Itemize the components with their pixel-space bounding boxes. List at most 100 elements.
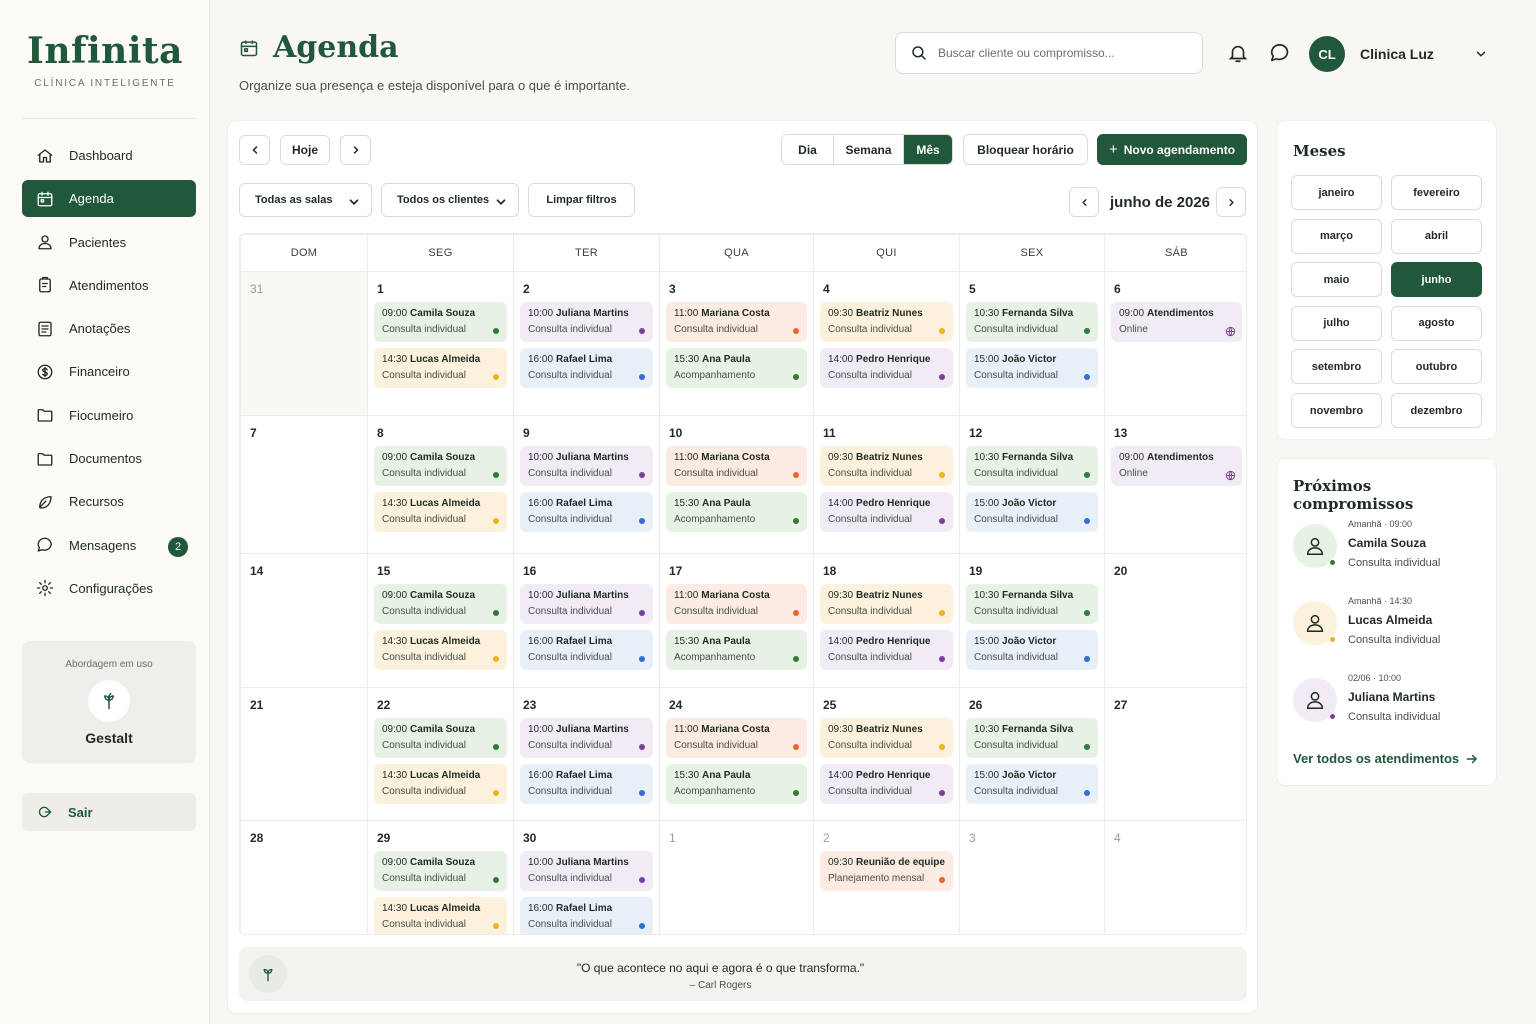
nav-item-configuracoes[interactable]: Configurações bbox=[22, 570, 196, 607]
month-button-setembro[interactable]: setembro bbox=[1291, 349, 1382, 385]
day-cell[interactable]: 6 09:00 Atendimentos Online bbox=[1104, 271, 1246, 416]
day-cell[interactable]: 25 09:30 Beatriz Nunes Consulta individual 1… bbox=[813, 687, 960, 821]
day-cell[interactable]: 21 bbox=[240, 687, 368, 821]
day-cell[interactable]: 2 10:00 Juliana Martins Consulta individual… bbox=[513, 271, 660, 416]
event-card[interactable]: 10:30 Fernanda Silva Consulta individual bbox=[966, 718, 1098, 758]
upcoming-item[interactable]: Amanhã · 14:30 Lucas Almeida Consulta indi… bbox=[1293, 596, 1493, 656]
brand-logo[interactable]: Infinita CLÍNICA INTELIGENTE bbox=[0, 30, 210, 89]
event-card[interactable]: 11:00 Mariana Costa Consulta individual bbox=[666, 302, 807, 342]
event-card[interactable]: 09:00 Camila Souza Consulta individual bbox=[374, 851, 507, 891]
day-cell[interactable]: 24 11:00 Mariana Costa Consulta individual 1… bbox=[659, 687, 814, 821]
view-tab-semana[interactable]: Semana bbox=[834, 135, 904, 164]
bell-icon[interactable] bbox=[1227, 42, 1249, 64]
event-card[interactable]: 16:00 Rafael Lima Consulta individual bbox=[520, 492, 653, 532]
event-card[interactable]: 09:00 Camila Souza Consulta individual bbox=[374, 718, 507, 758]
month-button-outubro[interactable]: outubro bbox=[1391, 349, 1482, 385]
month-button-marco[interactable]: março bbox=[1291, 218, 1382, 254]
prev-period-button[interactable] bbox=[239, 135, 270, 165]
user-name[interactable]: Clinica Luz bbox=[1360, 46, 1434, 62]
event-card[interactable]: 10:00 Juliana Martins Consulta individual bbox=[520, 446, 653, 486]
user-avatar[interactable]: CL bbox=[1309, 36, 1345, 72]
event-card[interactable]: 09:30 Beatriz Nunes Consulta individual bbox=[820, 446, 953, 486]
event-card[interactable]: 11:00 Mariana Costa Consulta individual bbox=[666, 446, 807, 486]
view-tab-dia[interactable]: Dia bbox=[782, 135, 834, 164]
day-cell[interactable]: 31 bbox=[240, 271, 368, 416]
event-card[interactable]: 14:30 Lucas Almeida Consulta individual bbox=[374, 630, 507, 670]
event-card[interactable]: 14:00 Pedro Henrique Consulta individual bbox=[820, 348, 953, 388]
month-button-maio[interactable]: maio bbox=[1291, 262, 1382, 298]
event-card[interactable]: 15:30 Ana Paula Acompanhamento bbox=[666, 492, 807, 532]
month-button-dezembro[interactable]: dezembro bbox=[1391, 393, 1482, 428]
month-button-junho[interactable]: junho bbox=[1391, 262, 1482, 298]
upcoming-item[interactable]: Amanhã · 09:00 Camila Souza Consulta indiv… bbox=[1293, 519, 1493, 579]
event-card[interactable]: 14:00 Pedro Henrique Consulta individual bbox=[820, 630, 953, 670]
day-cell[interactable]: 4 09:30 Beatriz Nunes Consulta individual 14… bbox=[813, 271, 960, 416]
event-card[interactable]: 10:00 Juliana Martins Consulta individual bbox=[520, 584, 653, 624]
nav-item-financeiro[interactable]: Financeiro bbox=[22, 353, 196, 390]
event-card[interactable]: 16:00 Rafael Lima Consulta individual bbox=[520, 348, 653, 388]
clients-filter[interactable]: Todos os clientes bbox=[381, 183, 519, 217]
event-card[interactable]: 15:00 João Victor Consulta individual bbox=[966, 492, 1098, 532]
event-card[interactable]: 10:30 Fernanda Silva Consulta individual bbox=[966, 302, 1098, 342]
day-cell[interactable]: 20 bbox=[1104, 553, 1246, 688]
upcoming-item[interactable]: 02/06 · 10:00 Juliana Martins Consulta ind… bbox=[1293, 673, 1493, 733]
day-cell[interactable]: 7 bbox=[240, 415, 368, 554]
nav-item-recursos[interactable]: Recursos bbox=[22, 483, 196, 520]
event-card[interactable]: 14:30 Lucas Almeida Consulta individual bbox=[374, 897, 507, 934]
event-card[interactable]: 11:00 Mariana Costa Consulta individual bbox=[666, 584, 807, 624]
day-cell[interactable]: 14 bbox=[240, 553, 368, 688]
event-card[interactable]: 10:00 Juliana Martins Consulta individual bbox=[520, 302, 653, 342]
nav-item-fiocumeiro[interactable]: Fiocumeiro bbox=[22, 397, 196, 434]
search-input[interactable] bbox=[938, 46, 1188, 60]
chevron-down-icon[interactable] bbox=[1474, 47, 1488, 61]
day-cell[interactable]: 29 09:00 Camila Souza Consulta individual 14… bbox=[367, 820, 514, 934]
see-all-link[interactable]: Ver todos os atendimentos bbox=[1293, 751, 1479, 766]
nav-item-mensagens[interactable]: Mensagens 2 bbox=[22, 527, 196, 564]
event-card[interactable]: 14:00 Pedro Henrique Consulta individual bbox=[820, 492, 953, 532]
day-cell[interactable]: 3 bbox=[959, 820, 1105, 934]
event-card[interactable]: 16:00 Rafael Lima Consulta individual bbox=[520, 764, 653, 804]
approach-card[interactable]: Abordagem em uso Gestalt bbox=[22, 641, 196, 763]
event-card[interactable]: 15:30 Ana Paula Acompanhamento bbox=[666, 348, 807, 388]
logout-button[interactable]: Sair bbox=[22, 793, 196, 831]
day-cell[interactable]: 9 10:00 Juliana Martins Consulta individual… bbox=[513, 415, 660, 554]
day-cell[interactable]: 18 09:30 Beatriz Nunes Consulta individual 1… bbox=[813, 553, 960, 688]
nav-item-documentos[interactable]: Documentos bbox=[22, 440, 196, 477]
event-card[interactable]: 15:30 Ana Paula Acompanhamento bbox=[666, 630, 807, 670]
chat-icon[interactable] bbox=[1269, 42, 1291, 64]
next-period-button[interactable] bbox=[340, 135, 371, 165]
day-cell[interactable]: 11 09:30 Beatriz Nunes Consulta individual 1… bbox=[813, 415, 960, 554]
month-button-fevereiro[interactable]: fevereiro bbox=[1391, 175, 1482, 210]
event-card[interactable]: 09:00 Camila Souza Consulta individual bbox=[374, 302, 507, 342]
month-button-janeiro[interactable]: janeiro bbox=[1291, 175, 1382, 210]
day-cell[interactable]: 23 10:00 Juliana Martins Consulta individua… bbox=[513, 687, 660, 821]
block-time-button[interactable]: Bloquear horário bbox=[963, 134, 1088, 165]
day-cell[interactable]: 30 10:00 Juliana Martins Consulta individua… bbox=[513, 820, 660, 934]
event-card[interactable]: 09:00 Camila Souza Consulta individual bbox=[374, 446, 507, 486]
month-button-abril[interactable]: abril bbox=[1391, 218, 1482, 254]
day-cell[interactable]: 3 11:00 Mariana Costa Consulta individual 15… bbox=[659, 271, 814, 416]
event-card[interactable]: 14:30 Lucas Almeida Consulta individual bbox=[374, 764, 507, 804]
day-cell[interactable]: 12 10:30 Fernanda Silva Consulta individual… bbox=[959, 415, 1105, 554]
nav-item-dashboard[interactable]: Dashboard bbox=[22, 137, 196, 174]
day-cell[interactable]: 19 10:30 Fernanda Silva Consulta individual… bbox=[959, 553, 1105, 688]
day-cell[interactable]: 16 10:00 Juliana Martins Consulta individua… bbox=[513, 553, 660, 688]
day-cell[interactable]: 28 bbox=[240, 820, 368, 934]
event-card[interactable]: 09:00 Atendimentos Online bbox=[1111, 302, 1242, 342]
search-box[interactable] bbox=[895, 32, 1203, 74]
day-cell[interactable]: 26 10:30 Fernanda Silva Consulta individual… bbox=[959, 687, 1105, 821]
day-cell[interactable]: 22 09:00 Camila Souza Consulta individual 14… bbox=[367, 687, 514, 821]
nav-item-agenda[interactable]: Agenda bbox=[22, 180, 196, 218]
day-cell[interactable]: 27 bbox=[1104, 687, 1246, 821]
today-button[interactable]: Hoje bbox=[280, 135, 330, 165]
event-card[interactable]: 09:30 Beatriz Nunes Consulta individual bbox=[820, 302, 953, 342]
event-card[interactable]: 09:30 Beatriz Nunes Consulta individual bbox=[820, 718, 953, 758]
event-card[interactable]: 09:30 Reunião de equipe Planejamento mensa… bbox=[820, 851, 953, 891]
event-card[interactable]: 09:30 Beatriz Nunes Consulta individual bbox=[820, 584, 953, 624]
event-card[interactable]: 10:00 Juliana Martins Consulta individual bbox=[520, 851, 653, 891]
event-card[interactable]: 15:00 João Victor Consulta individual bbox=[966, 348, 1098, 388]
event-card[interactable]: 16:00 Rafael Lima Consulta individual bbox=[520, 897, 653, 934]
day-cell[interactable]: 1 bbox=[659, 820, 814, 934]
day-cell[interactable]: 1 09:00 Camila Souza Consulta individual 14:… bbox=[367, 271, 514, 416]
day-cell[interactable]: 10 11:00 Mariana Costa Consulta individual 1… bbox=[659, 415, 814, 554]
